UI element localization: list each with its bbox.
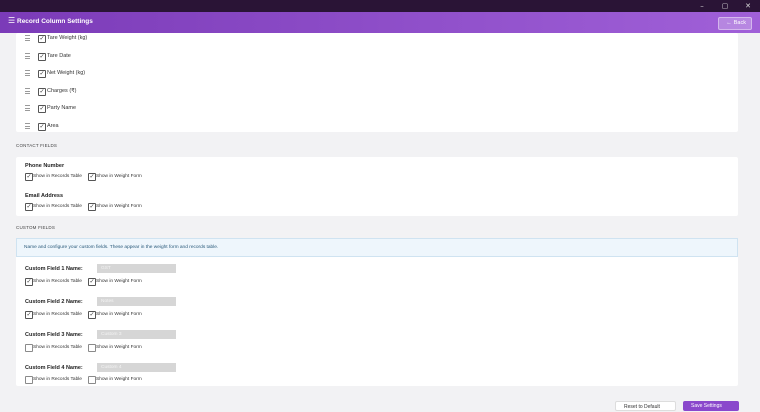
custom-fields-info: Name and configure your custom fields. T… xyxy=(16,238,738,257)
reset-to-default-button[interactable]: Reset to Default xyxy=(615,401,676,411)
contact-section-label: CONTACT FIELDS xyxy=(16,143,58,148)
column-row[interactable]: ✓ Tare Weight (kg) xyxy=(16,34,316,46)
show-in-form-checkbox[interactable]: ✓ xyxy=(88,278,96,286)
show-in-records-checkbox[interactable] xyxy=(25,376,33,384)
contact-fields-card: Phone Number ✓ Show in Records Table ✓ S… xyxy=(16,157,738,216)
field-title: Phone Number xyxy=(25,163,65,169)
custom-section-label: CUSTOM FIELDS xyxy=(16,225,56,230)
maximize-icon[interactable]: ▢ xyxy=(721,0,729,12)
column-row[interactable]: ✓ Net Weight (kg) xyxy=(16,69,316,81)
column-checkbox[interactable]: ✓ xyxy=(38,88,46,96)
show-in-form-checkbox[interactable] xyxy=(88,376,96,384)
column-checkbox[interactable]: ✓ xyxy=(38,70,46,78)
option-label: Show in Weight Form xyxy=(96,312,142,317)
show-in-records-checkbox[interactable]: ✓ xyxy=(25,278,33,286)
column-checkbox[interactable]: ✓ xyxy=(38,35,46,43)
column-row[interactable]: ✓ Party Name xyxy=(16,104,316,116)
save-settings-button[interactable]: Save Settings xyxy=(683,401,739,411)
option-label: Show in Weight Form xyxy=(96,204,142,209)
window-titlebar: – ▢ ✕ xyxy=(0,0,760,12)
drag-handle-icon[interactable] xyxy=(25,123,30,130)
show-in-form-checkbox[interactable]: ✓ xyxy=(88,203,96,211)
column-label: Charges (₹) xyxy=(47,88,77,94)
column-label: Tare Date xyxy=(47,53,71,59)
app-header: ☰ Record Column Settings ← Back xyxy=(0,12,760,33)
show-in-records-checkbox[interactable]: ✓ xyxy=(25,311,33,319)
column-label: Area xyxy=(47,123,59,129)
column-row[interactable]: ✓ Area xyxy=(16,122,316,134)
custom-field-name-input[interactable] xyxy=(97,297,176,306)
custom-field-label: Custom Field 2 Name: xyxy=(25,299,83,305)
column-row[interactable]: ✓ Tare Date xyxy=(16,52,316,64)
column-label: Net Weight (kg) xyxy=(47,70,86,76)
option-label: Show in Records Table xyxy=(33,345,82,350)
window-controls: – ▢ ✕ xyxy=(698,0,752,12)
field-title: Email Address xyxy=(25,193,64,199)
custom-fields-card: Name and configure your custom fields. T… xyxy=(16,238,738,386)
option-label: Show in Records Table xyxy=(33,204,82,209)
option-label: Show in Records Table xyxy=(33,377,82,382)
drag-handle-icon[interactable] xyxy=(25,35,30,42)
column-checkbox[interactable]: ✓ xyxy=(38,123,46,131)
column-label: Party Name xyxy=(47,105,77,111)
column-checkbox[interactable]: ✓ xyxy=(38,105,46,113)
custom-field-name-input[interactable] xyxy=(97,264,176,273)
drag-handle-icon[interactable] xyxy=(25,53,30,60)
option-label: Show in Records Table xyxy=(33,279,82,284)
drag-handle-icon[interactable] xyxy=(25,105,30,112)
column-list-card: ✓ Tare Weight (kg) ✓ Tare Date ✓ Net Wei… xyxy=(16,33,738,132)
show-in-records-checkbox[interactable]: ✓ xyxy=(25,173,33,181)
drag-handle-icon[interactable] xyxy=(25,70,30,77)
custom-field-label: Custom Field 4 Name: xyxy=(25,365,83,371)
page-title: Record Column Settings xyxy=(17,18,93,25)
column-label: Tare Weight (kg) xyxy=(47,35,88,41)
back-button-label: Back xyxy=(733,20,746,26)
show-in-form-checkbox[interactable]: ✓ xyxy=(88,311,96,319)
back-arrow-icon: ← xyxy=(726,20,732,26)
custom-field-label: Custom Field 1 Name: xyxy=(25,266,83,272)
custom-field-label: Custom Field 3 Name: xyxy=(25,332,83,338)
show-in-form-checkbox[interactable] xyxy=(88,344,96,352)
show-in-form-checkbox[interactable]: ✓ xyxy=(88,173,96,181)
option-label: Show in Records Table xyxy=(33,174,82,179)
option-label: Show in Weight Form xyxy=(96,279,142,284)
custom-field-name-input[interactable] xyxy=(97,363,176,372)
close-icon[interactable]: ✕ xyxy=(744,0,752,12)
settings-list-icon: ☰ xyxy=(8,16,16,25)
show-in-records-checkbox[interactable] xyxy=(25,344,33,352)
option-label: Show in Weight Form xyxy=(96,345,142,350)
show-in-records-checkbox[interactable]: ✓ xyxy=(25,203,33,211)
option-label: Show in Weight Form xyxy=(96,377,142,382)
custom-field-name-input[interactable] xyxy=(97,330,176,339)
minimize-icon[interactable]: – xyxy=(698,0,706,12)
back-button[interactable]: ← Back xyxy=(718,17,752,30)
drag-handle-icon[interactable] xyxy=(25,88,30,95)
option-label: Show in Records Table xyxy=(33,312,82,317)
column-row[interactable]: ✓ Charges (₹) xyxy=(16,87,316,99)
option-label: Show in Weight Form xyxy=(96,174,142,179)
column-checkbox[interactable]: ✓ xyxy=(38,53,46,61)
